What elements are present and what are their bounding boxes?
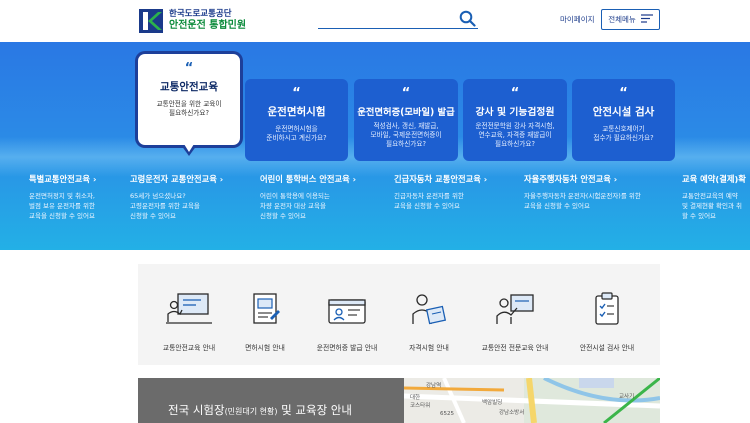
quote-icon: “ (619, 86, 628, 101)
all-menu-button[interactable]: 전체메뉴 (601, 9, 660, 30)
card-license-issue[interactable]: “ 운전면허증(모바일) 발급 적성검사, 갱신, 재발급, 모바일, 국제운전면… (354, 79, 458, 161)
classroom-icon (145, 286, 233, 326)
quote-icon: “ (401, 86, 411, 101)
category-senior-driver[interactable]: 고령운전자 교통안전교육 › 65세가 넘으셨나요? 고령운전자를 위한 교육을 신… (130, 173, 223, 221)
card-desc: 교통신호제어기 접수가 필요하신가요? (593, 125, 654, 143)
card-license-exam[interactable]: “ 운전면허시험 운전면허시험을 준비하시고 계신가요? (245, 79, 348, 161)
map-label: 강남소방서 (499, 410, 525, 416)
service-facility-inspection[interactable]: 안전시설 검사 안내 (563, 286, 651, 352)
card-traffic-safety-education[interactable]: “ 교통안전교육 교통안전을 위한 교육이 필요하신가요? (138, 54, 240, 156)
card-title: 교통안전교육 (160, 81, 218, 93)
card-desc: 적성검사, 갱신, 재발급, 모바일, 국제운전면허증이 필요하신가요? (370, 122, 442, 149)
service-label: 면허시험 안내 (245, 344, 285, 352)
service-qualification-exam[interactable]: 자격시험 안내 (385, 286, 473, 352)
test-center-title: 전국 시험장(민원대기 현황) 및 교육장 안내 (168, 403, 352, 417)
test-center-banner[interactable]: 전국 시험장(민원대기 현황) 및 교육장 안내 (138, 378, 404, 423)
person-writing-icon (385, 286, 473, 326)
service-professional-education[interactable]: 교통안전 전문교육 안내 (471, 286, 559, 352)
service-label: 안전시설 검사 안내 (579, 344, 635, 352)
card-desc: 운전전문학원 강사 자격시험, 연수교육, 자격증 재발급이 필요하신가요? (475, 122, 555, 149)
map-label: 교사기 (619, 394, 635, 400)
card-safety-facility[interactable]: “ 안전시설 검사 교통신호제어기 접수가 필요하신가요? (572, 79, 675, 161)
logo[interactable]: 한국도로교통공단 안전운전 통합민원 (138, 8, 246, 34)
category-reservation[interactable]: 교육 예약(결제)확 교통안전교육의 예약 및 결제현황 확인과 취할 수 있어요 (682, 173, 750, 221)
card-title: 운전면허증(모바일) 발급 (357, 107, 455, 118)
chevron-right-icon: › (613, 174, 618, 184)
service-label: 교통안전교육 안내 (162, 344, 216, 352)
location-map[interactable]: 강남역 대한 코스타워 백암빌딩 강남소방서 6525 교사기 (404, 378, 660, 423)
search-input[interactable] (318, 13, 458, 31)
chevron-right-icon: › (92, 174, 97, 184)
search-icon[interactable] (459, 10, 476, 31)
map-label: 강남역 (426, 383, 442, 389)
quote-icon: “ (510, 86, 520, 101)
chevron-right-icon: › (483, 174, 488, 184)
card-title: 안전시설 검사 (592, 106, 655, 118)
instructor-board-icon (471, 286, 559, 326)
service-license-exam[interactable]: 면허시험 안내 (221, 286, 309, 352)
logo-service-name: 안전운전 통합민원 (169, 20, 247, 32)
koroad-logo-icon (138, 8, 164, 34)
service-license-issue[interactable]: 운전면허증 발급 안내 (303, 286, 391, 352)
category-autonomous-vehicle[interactable]: 자율주행자동차 안전교육 › 자율주행자동차 운전자(시험운전자)를 위한 교육을… (524, 173, 641, 211)
quote-icon: “ (292, 86, 301, 101)
hero-banner: “ 교통안전교육 교통안전을 위한 교육이 필요하신가요? “ 운전면허시험 운전… (0, 42, 750, 250)
service-traffic-education[interactable]: 교통안전교육 안내 (145, 286, 233, 352)
service-label: 교통안전 전문교육 안내 (481, 344, 549, 352)
category-special-education[interactable]: 특별교통안전교육 › 운전면허정지 및 취소자, 벌점 보유 운전자를 위한 교육을… (29, 173, 96, 221)
category-emergency-vehicle[interactable]: 긴급자동차 교통안전교육 › 긴급자동차 운전자를 위한 교육을 신청할 수 있어… (394, 173, 487, 211)
chevron-right-icon: › (219, 174, 224, 184)
map-label: 대한 (410, 395, 421, 401)
map-label: 6525 (440, 411, 454, 417)
service-label: 운전면허증 발급 안내 (316, 344, 378, 352)
clipboard-check-icon (563, 286, 651, 326)
map-label: 백암빌딩 (482, 400, 503, 406)
service-shortcuts: 교통안전교육 안내 면허시험 안내 운전면허증 발급 안내 자격시험 안내 교통… (138, 264, 660, 365)
id-card-icon (303, 286, 391, 326)
hamburger-icon (640, 14, 653, 25)
map-label: 코스타워 (410, 403, 431, 409)
card-instructor-examiner[interactable]: “ 강사 및 기능검정원 운전전문학원 강사 자격시험, 연수교육, 자격증 재발… (463, 79, 567, 161)
chevron-right-icon: › (352, 174, 357, 184)
mypage-link[interactable]: 마이페이지 (560, 14, 595, 25)
service-label: 자격시험 안내 (409, 344, 449, 352)
card-title: 운전면허시험 (267, 106, 326, 118)
all-menu-label: 전체메뉴 (608, 15, 636, 24)
category-school-bus[interactable]: 어린이 통학버스 안전교육 › 어린이 통학용에 이용되는 차량 운전자 대상 교… (260, 173, 356, 221)
search-box (318, 9, 478, 31)
card-title: 강사 및 기능검정원 (475, 107, 555, 118)
header: 한국도로교통공단 안전운전 통합민원 마이페이지 전체메뉴 (0, 0, 750, 44)
card-desc: 교통안전을 위한 교육이 필요하신가요? (156, 100, 222, 118)
quote-icon: “ (184, 61, 194, 76)
card-desc: 운전면허시험을 준비하시고 계신가요? (266, 125, 327, 143)
exam-document-icon (221, 286, 309, 326)
logo-org-name: 한국도로교통공단 (169, 9, 232, 20)
